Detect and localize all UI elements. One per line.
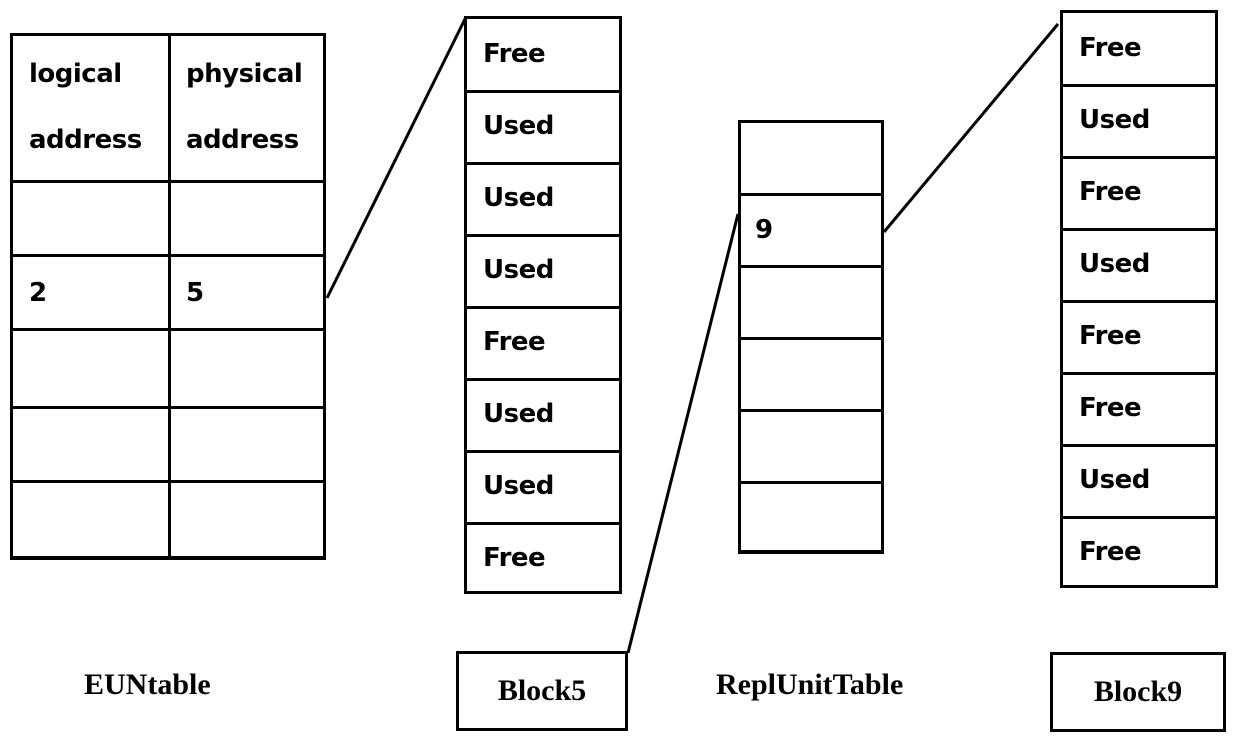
- connector-lines: [325, 16, 1060, 654]
- connector-repl-to-block9: [882, 23, 1060, 233]
- connector-eun-to-block5: [325, 16, 468, 299]
- connector-block5-box-to-repl: [626, 213, 740, 654]
